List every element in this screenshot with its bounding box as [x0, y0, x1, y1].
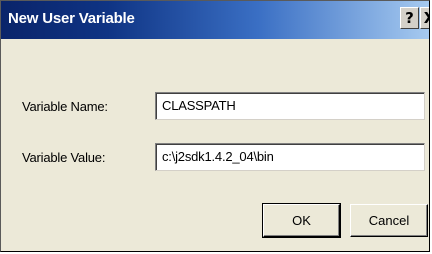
- new-user-variable-dialog: New User Variable ? X Variable Name: CLA…: [0, 0, 430, 252]
- variable-name-label: Variable Name:: [22, 99, 108, 114]
- dialog-title: New User Variable: [8, 10, 135, 27]
- ok-button[interactable]: OK: [262, 203, 341, 238]
- cancel-button[interactable]: Cancel: [350, 204, 428, 237]
- variable-value-label: Variable Value:: [22, 150, 106, 165]
- variable-value-input[interactable]: c:\j2sdk1.4.2_04\bin: [155, 143, 425, 171]
- title-bar[interactable]: New User Variable ? X: [1, 1, 429, 39]
- help-button[interactable]: ?: [400, 7, 419, 29]
- variable-name-input[interactable]: CLASSPATH: [155, 92, 425, 120]
- close-button[interactable]: X: [420, 7, 429, 29]
